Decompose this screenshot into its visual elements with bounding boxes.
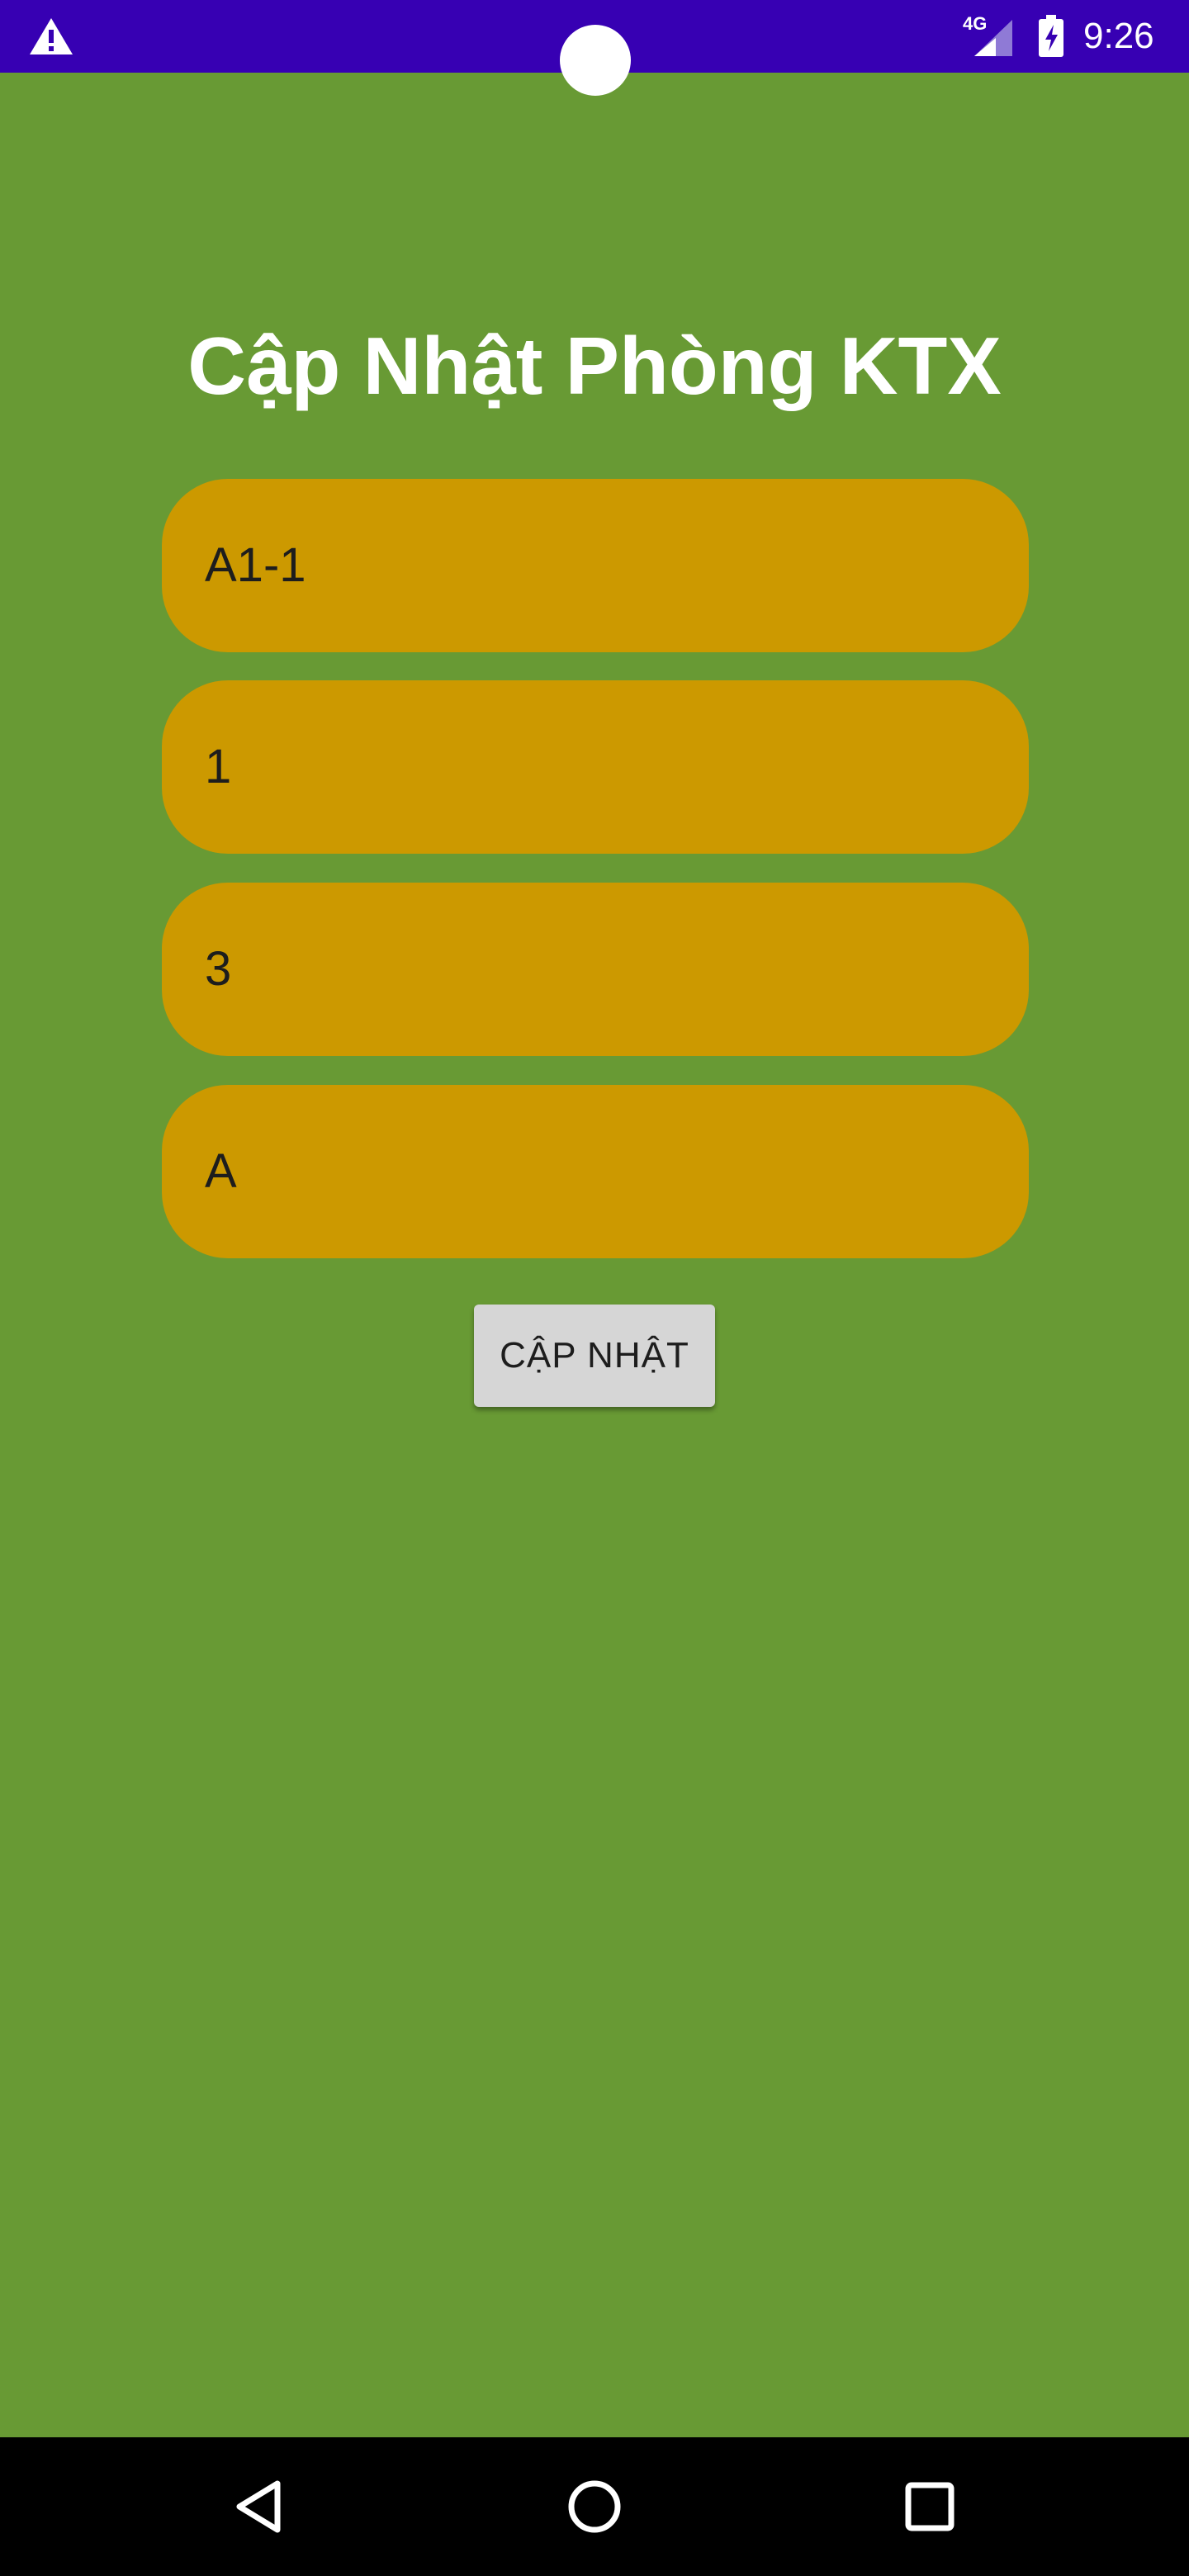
page-title: Cập Nhật Phòng KTX bbox=[187, 320, 1002, 411]
navigation-bar bbox=[0, 2437, 1189, 2576]
back-triangle-icon[interactable] bbox=[221, 2467, 301, 2546]
app-screen: 4G 9:26 Cập Nhật Phòng KTX CẬP NHẬT bbox=[0, 0, 1189, 2576]
cell-signal-icon bbox=[974, 20, 1012, 56]
room-field-2[interactable] bbox=[162, 680, 1029, 854]
update-button[interactable]: CẬP NHẬT bbox=[474, 1305, 715, 1407]
status-time: 9:26 bbox=[1083, 16, 1154, 56]
recents-square-icon[interactable] bbox=[890, 2467, 969, 2546]
room-field-4[interactable] bbox=[162, 1085, 1029, 1258]
camera-cutout bbox=[560, 25, 631, 96]
battery-charging-icon bbox=[1039, 15, 1063, 57]
home-circle-icon[interactable] bbox=[555, 2467, 634, 2546]
room-name-field[interactable] bbox=[162, 479, 1029, 652]
room-field-3[interactable] bbox=[162, 883, 1029, 1056]
warning-icon bbox=[30, 18, 73, 54]
